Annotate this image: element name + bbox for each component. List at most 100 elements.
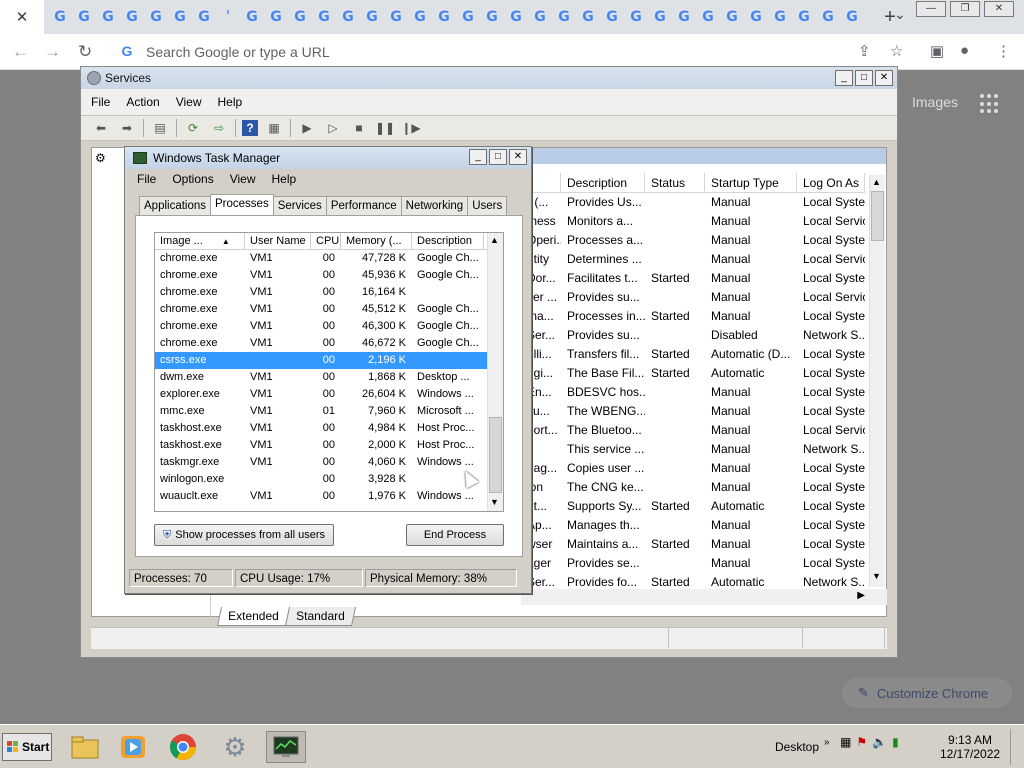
action-center-icon[interactable]: ⚑ bbox=[856, 735, 867, 749]
process-row[interactable]: chrome.exe VM1 00 45,936 K Google Ch... bbox=[155, 267, 503, 284]
tab-favicon-icon[interactable]: G bbox=[144, 5, 168, 29]
forward-arrow-icon[interactable]: ➡ bbox=[117, 119, 137, 137]
tab-favicon-icon[interactable]: G bbox=[432, 5, 456, 29]
tab-favicon-icon[interactable]: G bbox=[360, 5, 384, 29]
service-row[interactable]: elli... Transfers fil... Started Automatic … bbox=[521, 345, 865, 364]
process-list-scrollbar[interactable]: ▲ ▼ bbox=[487, 233, 503, 511]
network-icon[interactable]: ▦ bbox=[840, 735, 851, 749]
tab-favicon-icon[interactable]: G bbox=[456, 5, 480, 29]
stop-service-icon[interactable]: ■ bbox=[349, 119, 369, 137]
tab-favicon-icon[interactable]: ˈ bbox=[216, 5, 240, 29]
reload-icon[interactable]: ↻ bbox=[78, 42, 92, 62]
close-icon[interactable]: ✕ bbox=[984, 1, 1014, 17]
scrollbar-thumb[interactable] bbox=[871, 191, 884, 241]
tab-favicon-icon[interactable]: G bbox=[480, 5, 504, 29]
process-row[interactable]: taskhost.exe VM1 00 2,000 K Host Proc... bbox=[155, 437, 503, 454]
properties-icon[interactable]: ▦ bbox=[264, 119, 284, 137]
export-list-icon[interactable]: ⇨ bbox=[209, 119, 229, 137]
tab-favicon-icon[interactable]: G bbox=[288, 5, 312, 29]
tab-favicon-icon[interactable]: G bbox=[624, 5, 648, 29]
process-row[interactable]: taskmgr.exe VM1 00 4,060 K Windows ... bbox=[155, 454, 503, 471]
minimize-icon[interactable]: _ bbox=[835, 70, 853, 86]
back-arrow-icon[interactable]: ⬅ bbox=[91, 119, 111, 137]
tab-favicon-icon[interactable]: G bbox=[384, 5, 408, 29]
column-header-status[interactable]: Status bbox=[645, 173, 705, 193]
menu-view[interactable]: View bbox=[176, 95, 202, 109]
tab-services[interactable]: Services bbox=[272, 196, 327, 215]
task-manager-taskbar-icon[interactable] bbox=[266, 731, 306, 763]
customize-chrome-button[interactable]: ✎ Customize Chrome bbox=[842, 678, 1012, 708]
help-icon[interactable]: ? bbox=[242, 120, 258, 136]
share-icon[interactable]: ⇪ bbox=[858, 42, 871, 60]
services-taskbar-icon[interactable]: ⚙ bbox=[218, 731, 252, 763]
show-hide-console-tree-icon[interactable]: ▤ bbox=[150, 119, 170, 137]
side-panel-icon[interactable]: ▣ bbox=[930, 42, 944, 60]
minimize-icon[interactable]: _ bbox=[469, 149, 487, 165]
close-tab-button[interactable]: ✕ bbox=[0, 0, 44, 34]
column-header-description[interactable]: Description bbox=[561, 173, 645, 193]
service-row[interactable]: Ser... Provides su... Disabled Network S... bbox=[521, 326, 865, 345]
tab-search-button[interactable]: ⌄ bbox=[894, 6, 906, 23]
tab-favicon-icon[interactable]: G bbox=[96, 5, 120, 29]
menu-file[interactable]: File bbox=[137, 172, 156, 186]
volume-icon[interactable]: 🔈 bbox=[872, 735, 887, 749]
toolbar-expand-icon[interactable]: » bbox=[824, 737, 830, 748]
forward-arrow-icon[interactable]: → bbox=[44, 42, 61, 62]
tab-favicon-icon[interactable]: G bbox=[192, 5, 216, 29]
back-arrow-icon[interactable]: ← bbox=[12, 42, 29, 62]
tab-performance[interactable]: Performance bbox=[325, 196, 402, 215]
tab-favicon-icon[interactable]: G bbox=[576, 5, 600, 29]
tab-favicon-icon[interactable]: G bbox=[72, 5, 96, 29]
service-row[interactable]: port... The Bluetoo... Manual Local Servic bbox=[521, 421, 865, 440]
scroll-down-arrow-icon[interactable]: ▼ bbox=[872, 571, 881, 581]
tab-favicon-icon[interactable]: G bbox=[336, 5, 360, 29]
tab-favicon-icon[interactable]: G bbox=[720, 5, 744, 29]
column-header-user-name[interactable]: User Name bbox=[245, 233, 311, 250]
close-icon[interactable]: ✕ bbox=[509, 149, 527, 165]
service-row[interactable]: r (...Provides Us...ManualLocal Syste... bbox=[521, 193, 865, 212]
tab-favicon-icon[interactable]: G bbox=[48, 5, 72, 29]
close-icon[interactable]: ✕ bbox=[875, 70, 893, 86]
maximize-icon[interactable]: □ bbox=[855, 70, 873, 86]
services-titlebar[interactable]: Services bbox=[81, 67, 897, 89]
menu-help[interactable]: Help bbox=[218, 95, 243, 109]
scroll-right-arrow-icon[interactable]: ▶ bbox=[857, 590, 865, 601]
services-vertical-scrollbar[interactable]: ▲ ▼ bbox=[869, 175, 885, 587]
tab-favicon-icon[interactable]: G bbox=[168, 5, 192, 29]
end-process-button[interactable]: End Process bbox=[406, 524, 504, 546]
tab-favicon-icon[interactable]: G bbox=[672, 5, 696, 29]
column-header-startup-type[interactable]: Startup Type bbox=[705, 173, 797, 193]
tab-favicon-icon[interactable]: G bbox=[504, 5, 528, 29]
process-row[interactable]: explorer.exe VM1 00 26,604 K Windows ... bbox=[155, 386, 503, 403]
scroll-up-arrow-icon[interactable]: ▲ bbox=[872, 177, 881, 187]
services-node-icon[interactable]: ⚙ bbox=[95, 151, 111, 167]
service-row[interactable]: Ina... Processes in... Started Manual Local … bbox=[521, 307, 865, 326]
services-horizontal-scrollbar[interactable]: ▶ bbox=[521, 589, 887, 605]
tab-favicon-icon[interactable]: G bbox=[528, 5, 552, 29]
menu-help[interactable]: Help bbox=[272, 172, 297, 186]
service-row[interactable]: tness Monitors a... Manual Local Servic bbox=[521, 212, 865, 231]
google-apps-icon[interactable] bbox=[980, 94, 1000, 114]
process-row-selected[interactable]: csrss.exe 00 2,196 K bbox=[155, 352, 503, 369]
menu-options[interactable]: Options bbox=[172, 172, 213, 186]
tab-favicon-icon[interactable]: G bbox=[264, 5, 288, 29]
process-row[interactable]: chrome.exe VM1 00 45,512 K Google Ch... bbox=[155, 301, 503, 318]
desktop-toolbar-label[interactable]: Desktop bbox=[775, 740, 819, 754]
service-row[interactable]: Ap...Manages th...ManualLocal Syste... bbox=[521, 516, 865, 535]
tab-standard[interactable]: Standard bbox=[284, 607, 356, 626]
restart-service-icon[interactable]: ❙▶ bbox=[401, 119, 421, 137]
process-row[interactable]: chrome.exe VM1 00 46,300 K Google Ch... bbox=[155, 318, 503, 335]
tab-favicon-icon[interactable]: G bbox=[744, 5, 768, 29]
restore-icon[interactable]: ❐ bbox=[950, 1, 980, 17]
show-all-processes-button[interactable]: ⛨ Show processes from all users bbox=[154, 524, 334, 546]
service-row[interactable]: ionThe CNG ke...ManualLocal Syste... bbox=[521, 478, 865, 497]
process-row[interactable]: taskhost.exe VM1 00 4,984 K Host Proc... bbox=[155, 420, 503, 437]
task-manager-tray-icon[interactable]: ▮ bbox=[892, 735, 899, 749]
start-service-icon[interactable]: ▶ bbox=[297, 119, 317, 137]
address-bar[interactable]: G Search Google or type a URL bbox=[110, 38, 840, 66]
start-service-alt-icon[interactable]: ▷ bbox=[323, 119, 343, 137]
service-row[interactable]: ku...The WBENG...ManualLocal Syste... bbox=[521, 402, 865, 421]
tab-favicon-icon[interactable]: G bbox=[648, 5, 672, 29]
process-row[interactable]: wuauclt.exe VM1 00 1,976 K Windows ... bbox=[155, 488, 503, 505]
media-player-icon[interactable] bbox=[116, 731, 150, 763]
